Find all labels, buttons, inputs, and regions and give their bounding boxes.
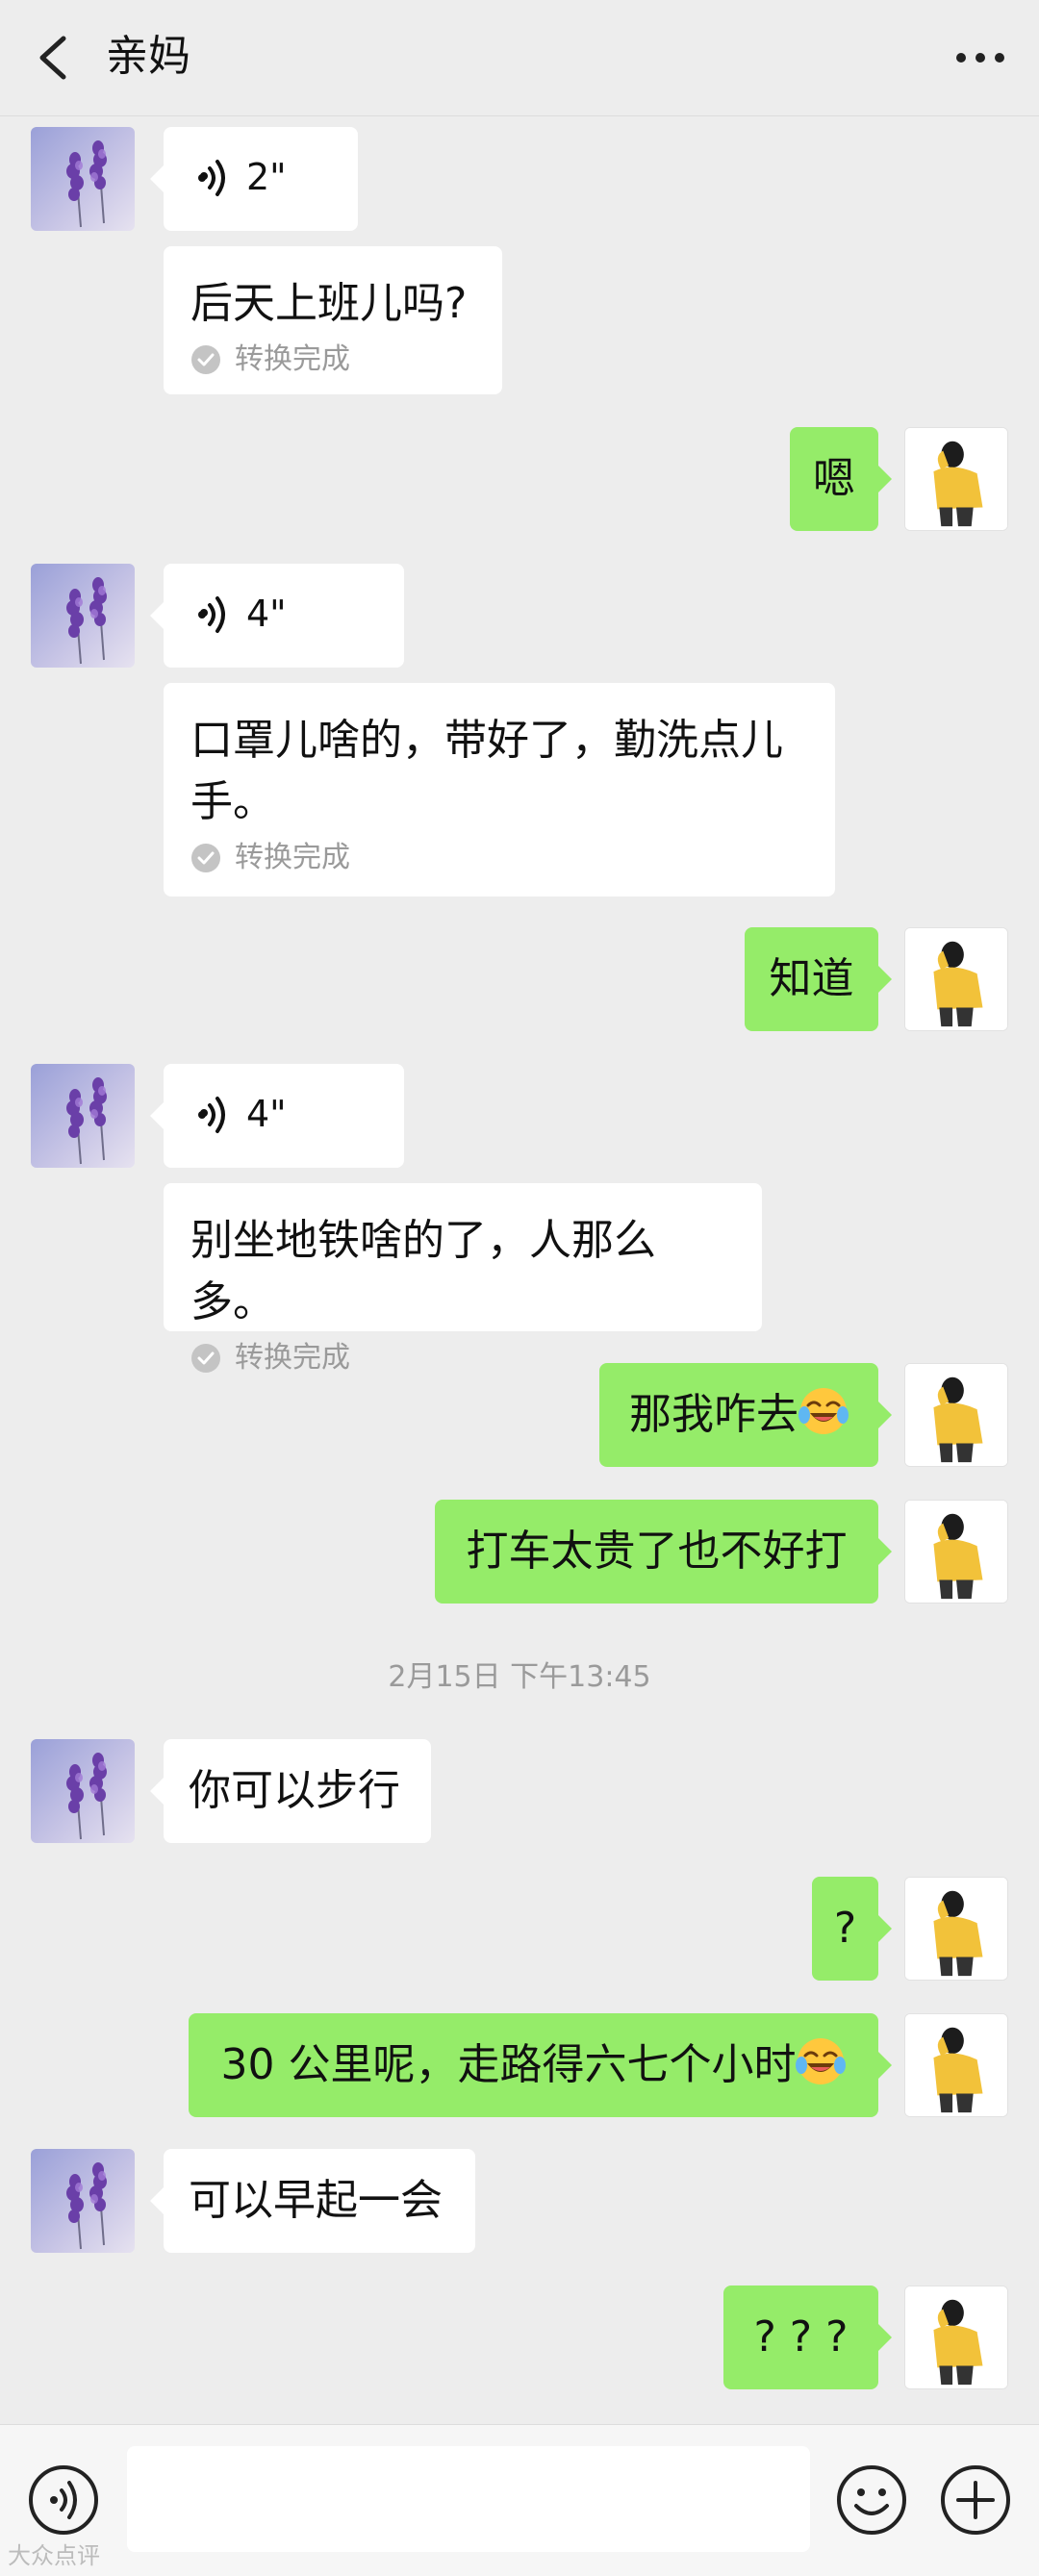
voice-message-bubble[interactable]: 4" [150,1064,404,1168]
laughing-crying-emoji-icon [798,1386,849,1436]
message-text: ? ? ? [753,2312,849,2361]
outgoing-message-bubble[interactable]: 打车太贵了也不好打 [435,1500,892,1604]
bubble-tail [878,2324,892,2351]
message-text: 知道 [769,954,854,1003]
smiley-icon[interactable] [835,2463,908,2537]
outgoing-message-bubble[interactable]: 30 公里呢，走路得六七个小时 [189,2013,892,2117]
voice-duration: 4" [246,593,287,635]
my-avatar[interactable] [904,1877,1008,1981]
bubble-tail [878,1538,892,1565]
mom-avatar[interactable] [31,1064,135,1168]
voice-wave-icon [196,1097,225,1133]
outgoing-message-bubble[interactable]: 知道 [745,927,892,1031]
status-label: 转换完成 [235,342,350,376]
voice-duration: 4" [246,1093,287,1135]
bubble-tail [878,466,892,492]
incoming-message-bubble[interactable]: 你可以步行 [150,1739,431,1843]
voice-input-icon[interactable] [27,2463,100,2537]
message-text: 打车太贵了也不好打 [466,1527,848,1576]
watermark: 大众点评 [8,2542,100,2569]
check-circle-icon [190,344,221,375]
bubble-tail [150,2187,164,2214]
outgoing-message-bubble[interactable]: ? [812,1877,892,1981]
my-avatar[interactable] [904,427,1008,531]
message-text: 你可以步行 [189,1766,400,1815]
chat-header: 亲妈 [0,0,1039,116]
bubble-tail [150,1778,164,1805]
message-text: 嗯 [813,454,855,503]
my-avatar[interactable] [904,927,1008,1031]
bubble-tail [878,2052,892,2079]
voice-wave-icon [196,160,225,196]
mom-avatar[interactable] [31,2149,135,2253]
voice-duration: 2" [246,156,287,198]
transcription-text-line-1: 口罩儿啥的，带好了，勤洗点儿 [190,716,783,765]
bubble-tail [150,602,164,629]
transcription-text-line-2: 手。 [190,777,275,826]
my-avatar[interactable] [904,1500,1008,1604]
transcription-status: 转换完成 [190,839,808,877]
voice-wave-icon [196,596,225,633]
status-label: 转换完成 [235,841,350,874]
laughing-crying-emoji-icon [796,2036,847,2086]
message-text: 可以早起一会 [189,2176,443,2225]
chat-title: 亲妈 [106,32,190,81]
mom-avatar[interactable] [31,127,135,231]
my-avatar[interactable] [904,1363,1008,1467]
check-circle-icon [190,843,221,873]
bubble-tail [878,1402,892,1428]
bubble-tail [878,1915,892,1942]
voice-transcription-bubble[interactable]: 后天上班儿吗? 转换完成 [164,246,502,394]
bubble-tail [150,1102,164,1129]
outgoing-message-bubble[interactable]: 那我咋去 [599,1363,892,1467]
incoming-message-bubble[interactable]: 可以早起一会 [150,2149,475,2253]
message-text: 那我咋去 [629,1390,798,1439]
my-avatar[interactable] [904,2013,1008,2117]
bubble-tail [150,165,164,192]
transcription-text: 别坐地铁啥的了，人那么多。 [190,1216,656,1326]
outgoing-message-bubble[interactable]: ? ? ? [723,2286,892,2389]
outgoing-message-bubble[interactable]: 嗯 [790,427,892,531]
voice-message-bubble[interactable]: 2" [150,127,358,231]
timestamp: 2月15日 下午13:45 [388,1660,651,1694]
plus-circle-icon[interactable] [939,2463,1012,2537]
transcription-text: 后天上班儿吗? [190,279,468,328]
input-bar: 大众点评 [0,2424,1039,2576]
bubble-tail [878,966,892,993]
message-list[interactable]: 2" 后天上班儿吗? 转换完成 嗯 4" 口罩儿啥的，带好了，勤洗点儿 手。 转… [0,115,1039,2424]
message-text: 30 公里呢，走路得六七个小时 [220,2040,797,2089]
voice-message-bubble[interactable]: 4" [150,564,404,668]
more-dots-icon[interactable] [954,38,1006,77]
transcription-status: 转换完成 [190,341,475,379]
message-input[interactable] [127,2446,810,2552]
my-avatar[interactable] [904,2286,1008,2389]
mom-avatar[interactable] [31,564,135,668]
status-label: 转换完成 [235,1341,350,1375]
mom-avatar[interactable] [31,1739,135,1843]
back-chevron-icon[interactable] [35,35,73,81]
message-text: ? [833,1904,857,1953]
voice-transcription-bubble[interactable]: 别坐地铁啥的了，人那么多。 转换完成 [164,1183,762,1375]
voice-transcription-bubble[interactable]: 口罩儿啥的，带好了，勤洗点儿 手。 转换完成 [164,683,835,897]
check-circle-icon [190,1343,221,1374]
